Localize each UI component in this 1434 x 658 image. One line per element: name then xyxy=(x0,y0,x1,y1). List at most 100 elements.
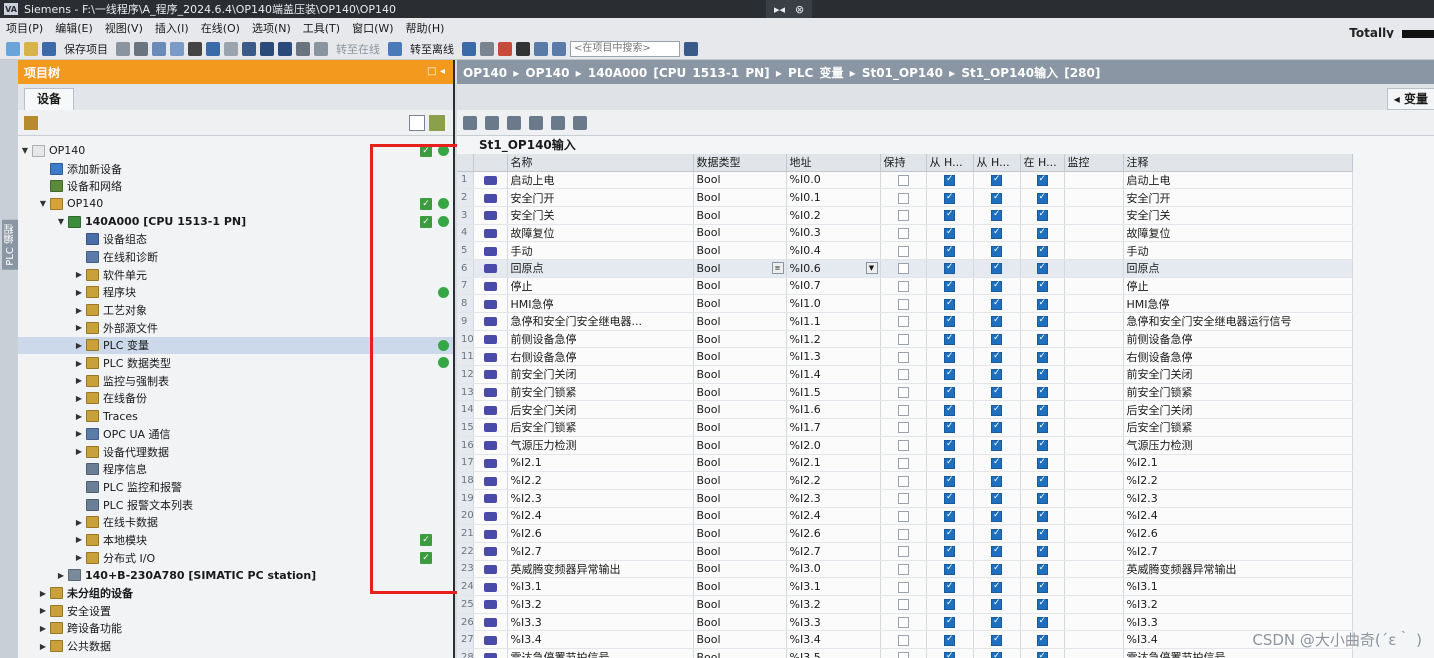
hmi-writeable-checkbox[interactable] xyxy=(991,298,1002,310)
expand-arrow-icon[interactable]: ▶ xyxy=(74,359,84,368)
menu-item[interactable]: 选项(N) xyxy=(252,20,291,36)
retain-checkbox[interactable] xyxy=(897,227,909,239)
comment-cell[interactable]: 故障复位 xyxy=(1123,224,1353,243)
go-online-button[interactable]: 转至在线 xyxy=(336,41,380,57)
hmi-writeable-checkbox[interactable] xyxy=(991,351,1002,363)
hmi-accessible-checkbox[interactable] xyxy=(944,315,955,328)
hmi-visible-checkbox[interactable] xyxy=(1036,192,1048,204)
menu-item[interactable]: 插入(I) xyxy=(155,20,189,36)
hmi-visible-checkbox[interactable] xyxy=(1036,333,1048,346)
tag-name-cell[interactable]: 后安全门锁紧 xyxy=(507,418,694,437)
hmi-writeable-checkbox[interactable] xyxy=(991,315,1002,328)
hmi-writeable-checkbox[interactable] xyxy=(991,492,1002,505)
data-type-cell[interactable]: Bool xyxy=(693,507,787,526)
address-cell[interactable]: %I0.2 xyxy=(786,206,881,225)
address-cell[interactable]: %I3.2 xyxy=(786,595,881,614)
hmi-writeable-checkbox[interactable] xyxy=(991,616,1002,629)
import-icon[interactable] xyxy=(529,115,543,130)
hmi-writeable-checkbox[interactable] xyxy=(991,634,1002,646)
address-cell[interactable]: %I3.4 xyxy=(786,630,881,650)
data-type-cell[interactable]: Bool xyxy=(693,577,787,596)
hmi-visible-checkbox[interactable] xyxy=(1036,598,1048,611)
retain-checkbox[interactable] xyxy=(897,599,909,611)
table-row[interactable]: 14后安全门关闭Bool%I1.6后安全门关闭 xyxy=(457,400,1353,420)
retain-checkbox[interactable] xyxy=(897,334,909,346)
comment-cell[interactable]: 气源压力检测 xyxy=(1123,436,1353,455)
expand-arrow-icon[interactable]: ▶ xyxy=(74,323,84,332)
hmi-visible-checkbox[interactable] xyxy=(1036,492,1048,505)
hmi-visible-checkbox[interactable] xyxy=(1036,262,1048,275)
address-cell[interactable]: %I0.0 xyxy=(786,171,881,190)
menu-item[interactable]: 项目(P) xyxy=(6,20,43,36)
menu-item[interactable]: 工具(T) xyxy=(303,20,340,36)
table-row[interactable]: 11右侧设备急停Bool%I1.3右侧设备急停 xyxy=(457,347,1353,367)
hmi-writeable-checkbox[interactable] xyxy=(991,581,1002,593)
address-cell[interactable]: %I0.4 xyxy=(786,241,881,260)
comment-cell[interactable]: 安全门开 xyxy=(1123,188,1353,207)
hmi-accessible-checkbox[interactable] xyxy=(944,333,955,346)
tag-name-cell[interactable]: %I2.3 xyxy=(507,489,694,508)
tag-name-cell[interactable]: 安全门开 xyxy=(507,188,694,207)
table-row[interactable]: 3安全门关Bool%I0.2安全门关 xyxy=(457,206,1353,225)
retain-checkbox[interactable] xyxy=(897,652,909,658)
hmi-visible-checkbox[interactable] xyxy=(1036,563,1048,575)
address-cell[interactable]: %I0.3 xyxy=(786,224,881,243)
export-icon[interactable] xyxy=(507,115,521,130)
table-row[interactable]: 15后安全门锁紧Bool%I1.7后安全门锁紧 xyxy=(457,418,1353,437)
insert-row-icon[interactable] xyxy=(463,115,477,130)
new-device-icon[interactable] xyxy=(24,116,38,130)
table-row[interactable]: 5手动Bool%I0.4手动 xyxy=(457,241,1353,260)
hmi-writeable-checkbox[interactable] xyxy=(991,563,1002,575)
data-type-cell[interactable]: Bool xyxy=(693,630,787,650)
hmi-writeable-checkbox[interactable] xyxy=(991,209,1002,222)
hmi-visible-checkbox[interactable] xyxy=(1036,245,1048,257)
address-cell[interactable]: %I0.1 xyxy=(786,188,881,207)
retain-checkbox[interactable] xyxy=(897,440,909,452)
table-row[interactable]: 16气源压力检测Bool%I2.0气源压力检测 xyxy=(457,436,1353,455)
address-cell[interactable]: %I2.0 xyxy=(786,436,881,455)
cut-icon[interactable] xyxy=(134,41,148,56)
retain-checkbox[interactable] xyxy=(897,245,909,257)
hmi-accessible-checkbox[interactable] xyxy=(944,280,955,292)
table-row[interactable]: 4故障复位Bool%I0.3故障复位 xyxy=(457,224,1353,243)
address-cell[interactable]: %I2.3 xyxy=(786,489,881,508)
column-header[interactable] xyxy=(473,154,508,172)
table-row[interactable]: 22%I2.7Bool%I2.7%I2.7 xyxy=(457,542,1353,561)
column-header[interactable]: 地址 xyxy=(786,154,881,172)
comment-cell[interactable]: %I2.6 xyxy=(1123,524,1353,543)
download-icon[interactable] xyxy=(260,41,274,56)
menu-item[interactable]: 视图(V) xyxy=(105,20,143,36)
simulate-icon[interactable] xyxy=(296,41,310,56)
go-offline-button[interactable]: 转至离线 xyxy=(410,41,454,57)
retain-checkbox[interactable] xyxy=(897,404,909,416)
column-header[interactable] xyxy=(457,154,474,172)
comment-cell[interactable]: 英威腾变频器异常输出 xyxy=(1123,560,1353,579)
column-header[interactable]: 保持 xyxy=(880,154,927,172)
expand-arrow-icon[interactable]: ▶ xyxy=(56,571,66,580)
hmi-writeable-checkbox[interactable] xyxy=(991,333,1002,346)
address-cell[interactable]: %I2.6 xyxy=(786,524,881,543)
expand-arrow-icon[interactable]: ▶ xyxy=(74,518,84,527)
expand-arrow-icon[interactable]: ▶ xyxy=(74,394,84,403)
retain-checkbox[interactable] xyxy=(897,563,909,575)
hmi-accessible-checkbox[interactable] xyxy=(944,386,955,399)
hmi-accessible-checkbox[interactable] xyxy=(944,563,955,575)
hmi-accessible-checkbox[interactable] xyxy=(944,616,955,629)
hmi-writeable-checkbox[interactable] xyxy=(991,598,1002,611)
column-header[interactable]: 名称 xyxy=(507,154,694,172)
hmi-visible-checkbox[interactable] xyxy=(1036,421,1048,434)
hmi-visible-checkbox[interactable] xyxy=(1036,174,1048,186)
upload-icon[interactable] xyxy=(278,41,292,56)
table-row[interactable]: 21%I2.6Bool%I2.6%I2.6 xyxy=(457,524,1353,543)
data-type-cell[interactable]: Bool xyxy=(693,365,787,384)
hmi-writeable-checkbox[interactable] xyxy=(991,245,1002,257)
overview-icon[interactable] xyxy=(409,115,425,131)
comment-cell[interactable]: 后安全门锁紧 xyxy=(1123,418,1353,437)
hmi-visible-checkbox[interactable] xyxy=(1036,315,1048,328)
comment-cell[interactable]: %I2.1 xyxy=(1123,454,1353,473)
hmi-accessible-checkbox[interactable] xyxy=(944,457,955,469)
tag-name-cell[interactable]: 英威腾变频器异常输出 xyxy=(507,560,694,579)
data-type-cell[interactable]: Bool xyxy=(693,294,787,313)
hmi-visible-checkbox[interactable] xyxy=(1036,368,1048,381)
hmi-visible-checkbox[interactable] xyxy=(1036,280,1048,292)
